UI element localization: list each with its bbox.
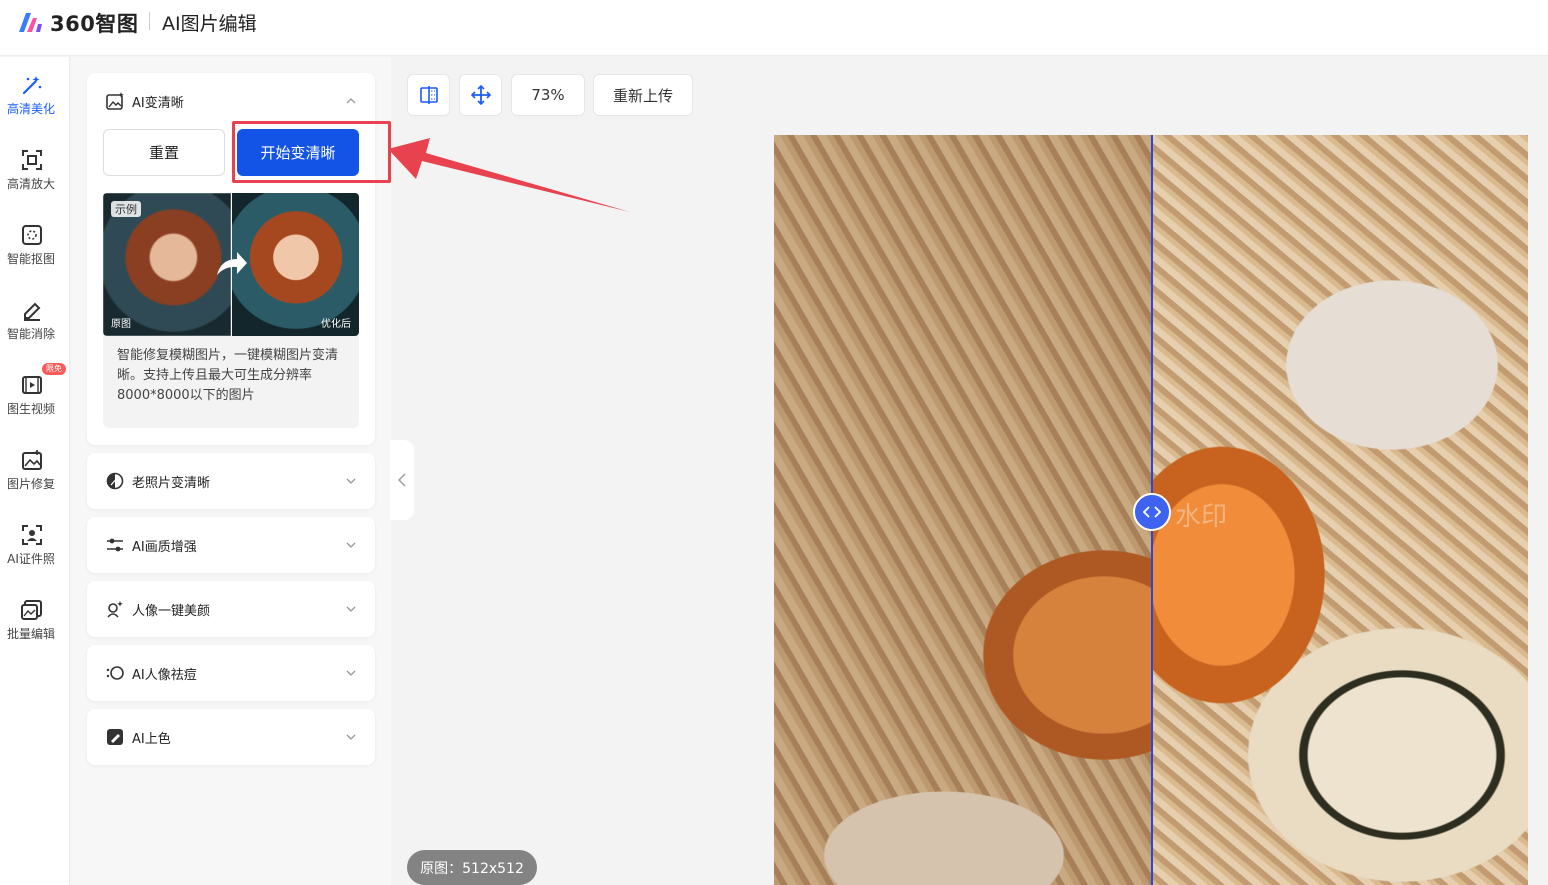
move-arrows-icon [470, 85, 491, 105]
chevron-down-icon[interactable] [345, 603, 357, 615]
section-acne-removal[interactable]: AI人像祛痘 [87, 645, 375, 701]
magic-wand-icon [22, 76, 42, 95]
section-old-photo[interactable]: 老照片变清晰 [87, 453, 375, 509]
rail-item-label: 图生视频 [6, 402, 55, 416]
rail-item-image-repair[interactable]: 图片修复 [0, 438, 70, 502]
rail-item-label: 高清放大 [6, 177, 55, 191]
section-title: 老照片变清晰 [132, 475, 211, 491]
reupload-button[interactable]: 重新上传 [593, 74, 693, 116]
section-header: 老照片变清晰 [87, 453, 375, 509]
section-colorize[interactable]: AI上色 [87, 709, 375, 765]
section-title: 人像一键美颜 [132, 603, 211, 619]
rail-item-id-photo[interactable]: AI证件照 [0, 513, 70, 577]
rail-item-smart-cutout[interactable]: 智能抠图 [0, 213, 70, 277]
page-title: AI图片编辑 [162, 13, 257, 35]
tool-panel: AI变清晰 重置 开始变清晰 示例 原图 优化后 智能修复模糊图片，一键模糊图片… [71, 57, 391, 885]
chevron-down-icon[interactable] [345, 539, 357, 551]
app-header: 360智图 AI图片编辑 [0, 0, 1548, 56]
sample-tag: 示例 [111, 201, 141, 217]
original-image [774, 135, 1152, 885]
section-title: AI上色 [132, 731, 171, 747]
brand-logo-icon [19, 13, 42, 32]
section-header: 人像一键美颜 [87, 581, 375, 637]
rail-item-label: AI证件照 [7, 552, 55, 566]
section-header: AI画质增强 [87, 517, 375, 573]
collapse-panel-button[interactable] [390, 440, 414, 520]
rail-item-smart-erase[interactable]: 智能消除 [0, 288, 70, 352]
rail-item-label: 图片修复 [6, 477, 55, 491]
rail-item-hd-enlarge[interactable]: 高清放大 [0, 138, 70, 202]
compare-slider-handle[interactable] [1133, 493, 1171, 531]
rail-item-label: 智能抠图 [6, 252, 55, 266]
enhance-card: AI变清晰 重置 开始变清晰 示例 原图 优化后 智能修复模糊图片，一键模糊图片… [87, 73, 375, 445]
image-repair-icon [22, 450, 42, 470]
chevron-down-icon[interactable] [345, 667, 357, 679]
enhance-description: 智能修复模糊图片，一键模糊图片变清晰。支持上传且最大可生成分辨率8000*800… [103, 336, 359, 428]
colorize-icon [105, 727, 125, 747]
annotation-arrow-icon [388, 138, 630, 212]
rail-item-hd-beautify[interactable]: 高清美化 [0, 63, 70, 127]
brand-name[interactable]: 360智图 [50, 8, 138, 38]
curved-arrow-icon [217, 252, 247, 275]
enhance-card-header[interactable]: AI变清晰 [87, 73, 375, 129]
rail-item-batch-edit[interactable]: 批量编辑 [0, 588, 70, 652]
split-view-icon [419, 86, 438, 104]
enlarge-icon [22, 150, 42, 170]
section-quality-enhance[interactable]: AI画质增强 [87, 517, 375, 573]
sample-before-label: 原图 [111, 319, 131, 330]
acne-icon [105, 663, 125, 683]
free-badge: 限免 [42, 363, 66, 375]
old-photo-icon [105, 471, 125, 491]
rail-item-image-to-video[interactable]: 限免 图生视频 [0, 363, 70, 427]
section-header: AI上色 [87, 709, 375, 765]
zoom-level[interactable]: 73% [511, 74, 585, 116]
tool-rail: 高清美化 高清放大 智能抠图 智能消除 限免 图生视频 图片修复 AI证件照 批… [0, 57, 70, 885]
move-button[interactable] [459, 74, 502, 116]
compare-toggle-button[interactable] [407, 74, 450, 116]
chevron-left-icon [398, 473, 406, 487]
rail-item-label: 智能消除 [6, 327, 55, 341]
section-title: AI画质增强 [132, 539, 197, 555]
chevron-down-icon[interactable] [345, 731, 357, 743]
sliders-icon [105, 535, 125, 555]
chevrons-left-right-icon [1143, 506, 1161, 518]
sample-preview: 示例 原图 优化后 [103, 193, 359, 336]
sample-after-label: 优化后 [321, 319, 351, 330]
section-title: AI人像祛痘 [132, 667, 197, 683]
enhance-card-title: AI变清晰 [132, 95, 184, 111]
start-enhance-button[interactable]: 开始变清晰 [237, 129, 359, 176]
chevron-down-icon[interactable] [345, 475, 357, 487]
rail-item-label: 高清美化 [6, 102, 55, 116]
beauty-icon [105, 599, 125, 619]
id-photo-icon [22, 525, 42, 545]
sparkle-image-icon [105, 91, 125, 111]
rail-item-label: 批量编辑 [6, 627, 55, 641]
reset-button[interactable]: 重置 [103, 129, 225, 176]
eraser-icon [24, 302, 41, 321]
batch-edit-icon [21, 600, 42, 620]
video-icon [22, 376, 42, 394]
header-divider [149, 12, 150, 30]
watermark-text: 水印 [1175, 502, 1228, 532]
image-size-info: 原图：512x512 [407, 850, 537, 885]
chevron-up-icon[interactable] [345, 95, 357, 107]
cutout-icon [22, 225, 42, 245]
section-header: AI人像祛痘 [87, 645, 375, 701]
section-portrait-beauty[interactable]: 人像一键美颜 [87, 581, 375, 637]
